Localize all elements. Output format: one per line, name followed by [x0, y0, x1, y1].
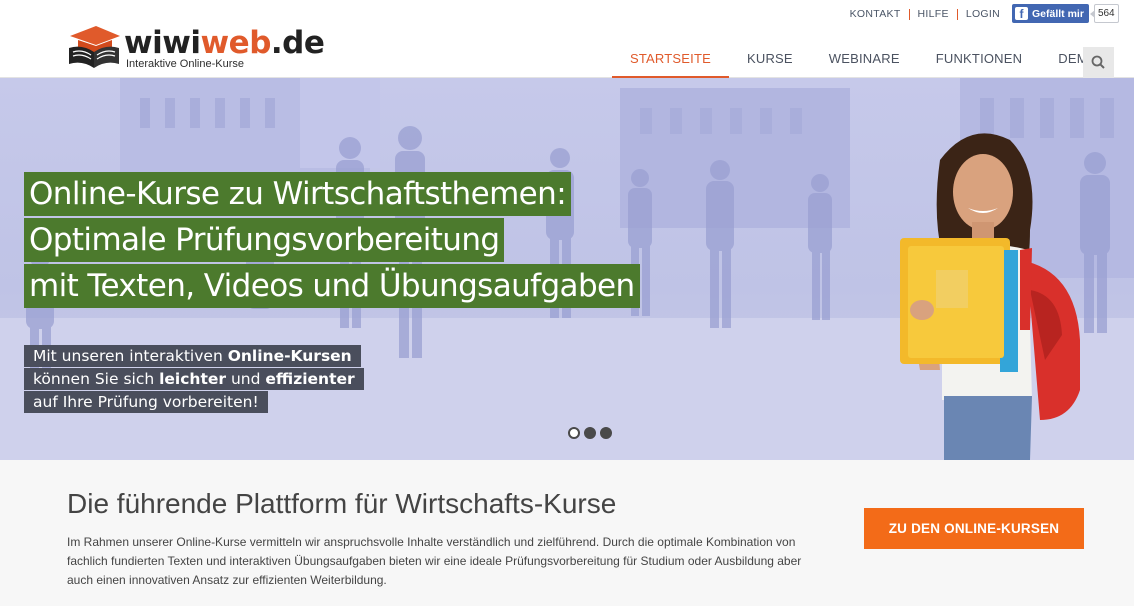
hero-sub-line: Mit unseren interaktiven Online-Kursen: [24, 345, 361, 367]
search-button[interactable]: [1083, 47, 1114, 78]
divider: [908, 8, 910, 20]
hero-subtext: Mit unseren interaktiven Online-Kursen k…: [24, 345, 364, 414]
nav-item-startseite[interactable]: STARTSEITE: [612, 44, 729, 78]
nav-item-funktionen[interactable]: FUNKTIONEN: [918, 44, 1041, 78]
slider-dot-3[interactable]: [600, 427, 612, 439]
facebook-like-button[interactable]: f Gefällt mir: [1012, 4, 1089, 23]
facebook-like-count: 564: [1089, 4, 1119, 23]
hilfe-link[interactable]: HILFE: [918, 8, 949, 20]
facebook-like-widget: f Gefällt mir 564: [1012, 4, 1119, 23]
logo-tagline: Interaktive Online-Kurse: [126, 58, 244, 70]
hero-sub-line: auf Ihre Prüfung vorbereiten!: [24, 391, 268, 413]
hero-sub-line: können Sie sich leichter und effizienter: [24, 368, 364, 390]
search-icon: [1091, 55, 1105, 69]
logo-wordmark: wiwiweb.de: [124, 25, 325, 61]
nav-item-webinare[interactable]: WEBINARE: [811, 44, 918, 78]
facebook-like-label: Gefällt mir: [1032, 7, 1084, 20]
slider-pagination: [568, 427, 612, 439]
divider: [956, 8, 958, 20]
login-link[interactable]: LOGIN: [966, 8, 1000, 20]
graduation-cap-book-icon: [69, 26, 120, 68]
slider-dot-2[interactable]: [584, 427, 596, 439]
hero-slider: Online-Kurse zu Wirtschaftsthemen: Optim…: [0, 78, 1134, 460]
slider-dot-1[interactable]: [568, 427, 580, 439]
hero-headline-line: Online-Kurse zu Wirtschaftsthemen:: [24, 172, 572, 216]
student-photo: [900, 133, 1080, 460]
hero-headline-line: Optimale Prüfungsvorbereitung: [24, 218, 505, 262]
online-kurse-cta-button[interactable]: ZU DEN ONLINE-KURSEN: [864, 508, 1084, 549]
hero-headline-line: mit Texten, Videos und Übungsaufgaben: [24, 264, 640, 308]
facebook-icon: f: [1015, 7, 1028, 20]
intro-section: Die führende Plattform für Wirtschafts-K…: [0, 460, 1134, 606]
intro-text: Im Rahmen unserer Online-Kurse vermittel…: [67, 535, 802, 587]
kontakt-link[interactable]: KONTAKT: [850, 8, 901, 20]
site-header: wiwiweb.de Interaktive Online-Kurse KONT…: [0, 0, 1134, 78]
logo[interactable]: wiwiweb.de Interaktive Online-Kurse: [66, 18, 325, 72]
main-nav: STARTSEITE KURSE WEBINARE FUNKTIONEN DEM…: [612, 44, 1116, 78]
utility-nav: KONTAKT HILFE LOGIN: [850, 7, 1000, 21]
intro-title: Die führende Plattform für Wirtschafts-K…: [67, 488, 617, 519]
hero-headline: Online-Kurse zu Wirtschaftsthemen: Optim…: [24, 172, 640, 310]
nav-item-kurse[interactable]: KURSE: [729, 44, 811, 78]
